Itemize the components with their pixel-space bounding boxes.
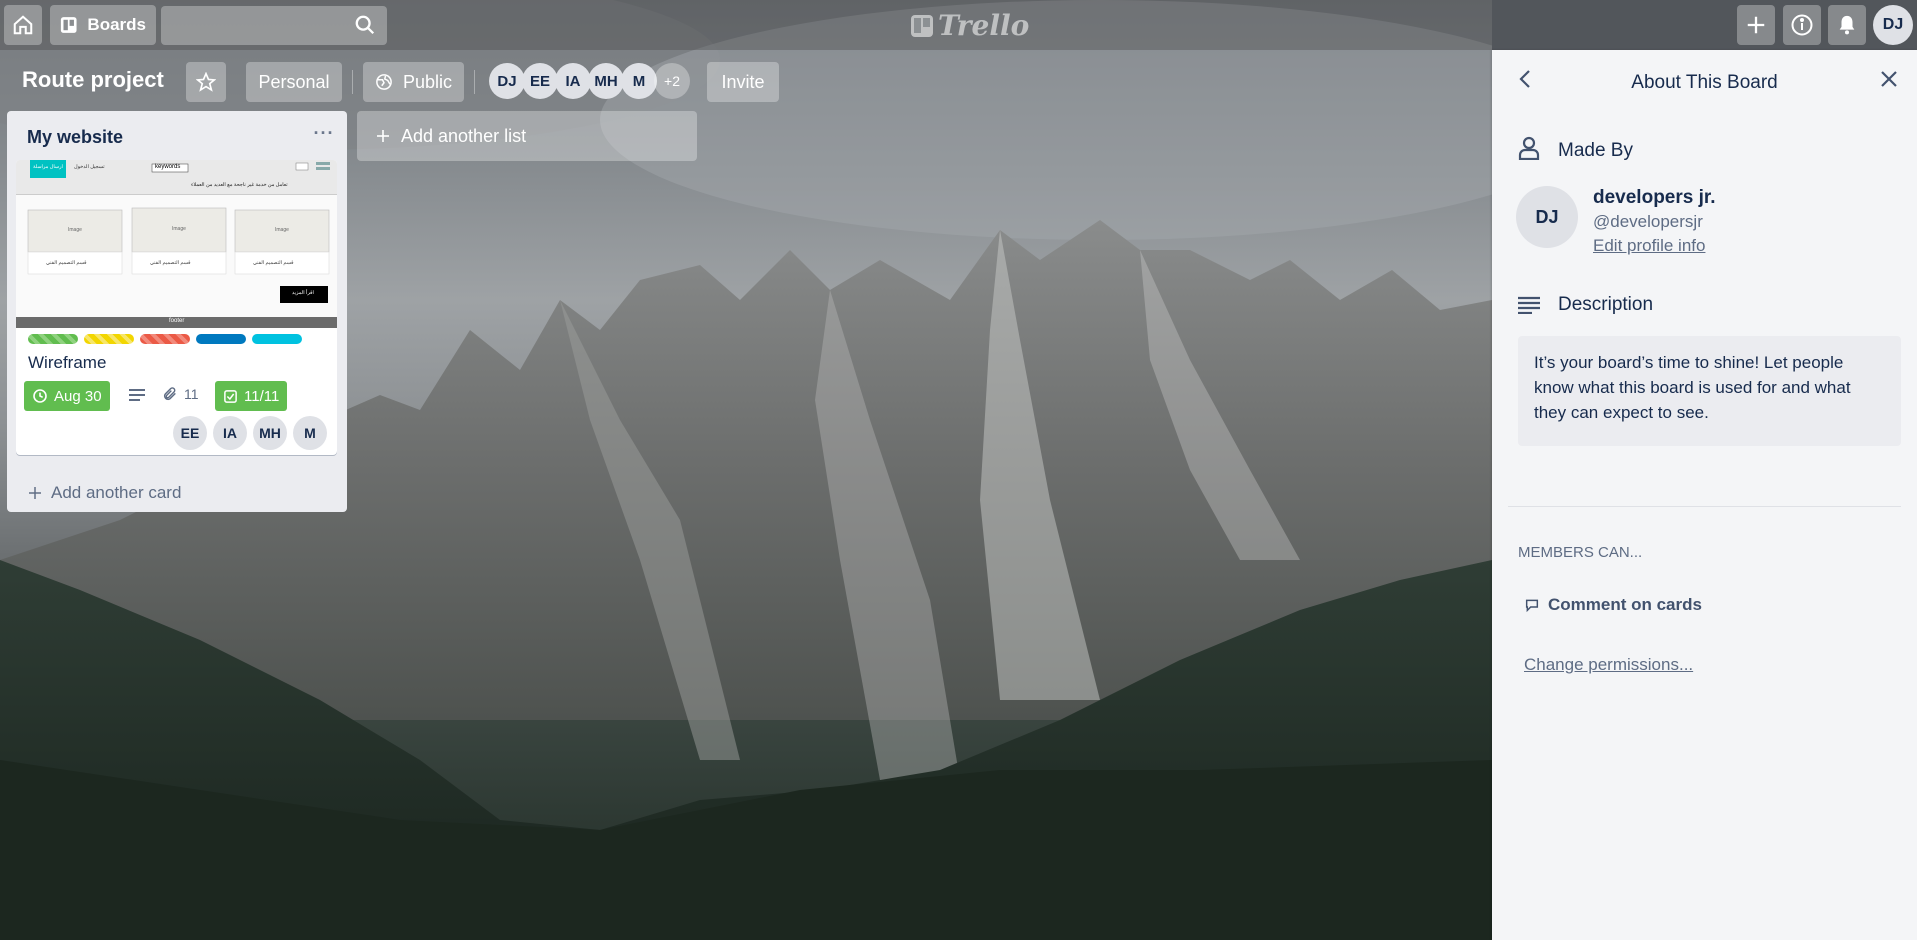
trello-logo[interactable]: Trello (910, 9, 1029, 42)
label-blue[interactable] (196, 334, 246, 344)
attachments-badge: 11 (162, 386, 199, 402)
cover-caption-2: قسم التصميم الفني (150, 260, 191, 266)
card-wireframe[interactable]: ارسال مراسلة تسجيل الدخول keywords تعامل… (16, 160, 337, 455)
cover-header-search: keywords (155, 164, 181, 170)
cover-header-left: ارسال مراسلة (33, 164, 63, 170)
close-icon[interactable] (1880, 70, 1898, 88)
change-permissions-link[interactable]: Change permissions... (1524, 655, 1693, 675)
info-button[interactable] (1783, 5, 1821, 45)
home-button[interactable] (4, 5, 42, 45)
cover-footer: footer (169, 318, 185, 324)
add-card-button[interactable]: Add another card (27, 483, 181, 503)
cover-caption-1: قسم التصميم الفني (46, 260, 87, 266)
description-icon (1518, 296, 1540, 314)
panel-title: About This Board (1631, 72, 1778, 93)
due-date-text: Aug 30 (54, 387, 102, 405)
plus-icon (377, 130, 389, 142)
board-menu-panel: About This Board Made By DJ developers j… (1492, 50, 1917, 940)
label-yellow[interactable] (84, 334, 134, 344)
checklist-count: 11/11 (244, 387, 280, 405)
bell-icon (1839, 15, 1855, 35)
info-icon (1791, 14, 1813, 36)
member-avatar[interactable]: DJ (489, 63, 525, 99)
card-member-avatar[interactable]: M (293, 416, 327, 450)
boards-icon (60, 17, 77, 33)
edit-profile-link[interactable]: Edit profile info (1593, 236, 1705, 256)
plus-icon (29, 487, 41, 499)
description-icon (129, 389, 145, 401)
search-icon[interactable] (354, 14, 376, 36)
team-visibility-button[interactable]: Personal (246, 62, 342, 102)
creator-name: developers jr. (1593, 187, 1716, 208)
top-header: Boards Trello DJ (0, 0, 1917, 50)
card-member-avatar[interactable]: EE (173, 416, 207, 450)
personal-label: Personal (258, 71, 330, 92)
cover-caption-3: قسم التصميم الفني (253, 260, 294, 266)
card-member-avatar[interactable]: IA (213, 416, 247, 450)
list-my-website: My website ··· ارسال مراسلة تسجيل الدخول… (7, 111, 347, 512)
trello-logo-text: Trello (938, 9, 1030, 42)
clock-icon (33, 389, 47, 403)
made-by-heading: Made By (1558, 140, 1633, 161)
invite-label: Invite (721, 71, 765, 92)
cover-subtitle: تعامل من خدمة غير ناجحة مع العديد من الع… (191, 182, 288, 188)
boards-label: Boards (87, 15, 146, 34)
board-title[interactable]: Route project (22, 67, 164, 93)
member-avatar[interactable]: M (621, 63, 657, 99)
cover-box-3: Image (275, 227, 289, 233)
cover-box-2: Image (172, 226, 186, 232)
notifications-button[interactable] (1828, 5, 1866, 45)
card-title: Wireframe (28, 353, 107, 372)
star-board-button[interactable] (186, 62, 226, 102)
label-green[interactable] (28, 334, 78, 344)
divider (352, 70, 353, 94)
cover-header-mid: تسجيل الدخول (74, 164, 105, 170)
creator-handle: @developersjr (1593, 212, 1703, 231)
member-avatar[interactable]: IA (555, 63, 591, 99)
cover-box-1: Image (68, 227, 82, 233)
checklist-icon (224, 389, 237, 403)
card-labels[interactable] (28, 334, 302, 344)
star-icon (196, 72, 216, 92)
add-list-button[interactable]: Add another list (357, 111, 697, 161)
members-can-heading: MEMBERS CAN... (1518, 544, 1643, 561)
create-button[interactable] (1737, 5, 1775, 45)
person-icon (1518, 136, 1540, 160)
visibility-button[interactable]: Public (363, 62, 464, 102)
member-avatar[interactable]: MH (588, 63, 624, 99)
member-avatar[interactable]: EE (522, 63, 558, 99)
public-label: Public (402, 71, 453, 92)
more-members-badge[interactable]: +2 (654, 63, 690, 99)
checklist-badge: 11/11 (215, 381, 288, 411)
divider (1508, 506, 1901, 507)
description-heading: Description (1558, 294, 1654, 315)
due-date-badge[interactable]: Aug 30 (24, 381, 110, 411)
cover-cta: اقرأ المزيد (292, 290, 314, 296)
label-sky[interactable] (252, 334, 302, 344)
list-menu-icon[interactable]: ··· (309, 123, 339, 145)
boards-button[interactable]: Boards (50, 5, 156, 45)
plus-icon (1747, 16, 1765, 34)
add-list-label: Add another list (401, 125, 527, 146)
comment-permission-label: Comment on cards (1548, 595, 1702, 614)
comment-icon (1525, 599, 1539, 613)
add-card-label: Add another card (51, 483, 182, 502)
home-icon (13, 15, 33, 35)
globe-icon (376, 74, 392, 90)
invite-button[interactable]: Invite (707, 62, 779, 102)
creator-avatar[interactable]: DJ (1516, 186, 1578, 248)
user-avatar[interactable]: DJ (1873, 5, 1913, 45)
description-textarea[interactable]: It’s your board’s time to shine! Let peo… (1518, 336, 1901, 446)
trello-logo-icon (911, 14, 933, 37)
comment-permission: Comment on cards (1524, 595, 1702, 615)
card-member-avatar[interactable]: MH (253, 416, 287, 450)
paperclip-icon (163, 387, 176, 401)
list-title[interactable]: My website (27, 127, 123, 148)
label-red[interactable] (140, 334, 190, 344)
attachments-count: 11 (184, 386, 199, 402)
card-cover-image: ارسال مراسلة تسجيل الدخول keywords تعامل… (16, 160, 337, 328)
divider (474, 70, 475, 94)
